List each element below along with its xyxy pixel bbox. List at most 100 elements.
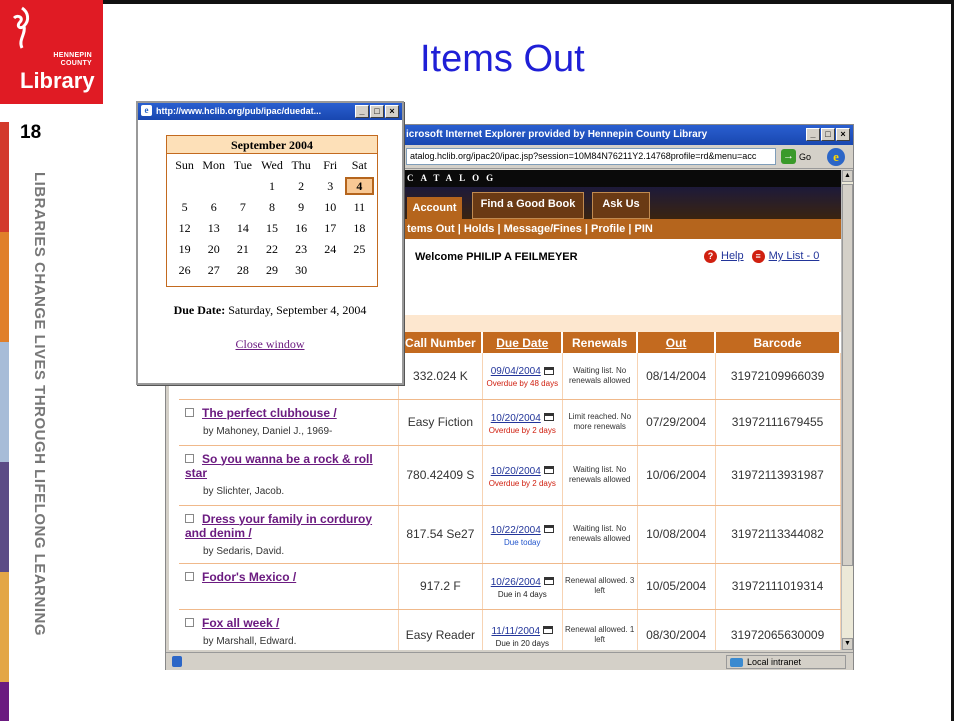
close-button[interactable]: × [836,128,850,141]
calendar-day[interactable]: 9 [287,198,316,216]
calendar-day[interactable]: 19 [170,240,199,258]
tab-find-a-good-book[interactable]: Find a Good Book [472,192,584,219]
calendar-day[interactable]: 26 [170,261,199,279]
item-author: by Marshall, Edward. [203,635,297,647]
maximize-button[interactable]: □ [821,128,835,141]
calendar-day[interactable]: 3 [316,177,345,195]
calendar-day[interactable]: 2 [287,177,316,195]
item-title-link[interactable]: Fox all week / [202,616,279,630]
popup-minimize-button[interactable]: _ [355,105,369,118]
calendar-day[interactable]: 4 [344,177,374,195]
item-author: by Sedaris, David. [203,545,285,557]
vertical-scrollbar[interactable]: ▲ ▼ [841,170,853,650]
call-number-cell: Easy Fiction [398,399,483,446]
calendar-icon[interactable] [543,466,554,475]
col-out[interactable]: Out [637,332,717,353]
popup-ie-icon: e [141,105,152,116]
page-icon [172,656,182,667]
tab-ask-us[interactable]: Ask Us [592,192,650,219]
calendar-day[interactable]: 13 [199,219,228,237]
due-date-link[interactable]: 10/26/2004 [491,577,541,588]
scroll-up-icon[interactable]: ▲ [842,170,853,182]
item-title-link[interactable]: So you wanna be a rock & roll star [185,452,373,480]
calendar-day[interactable]: 22 [257,240,286,258]
calendar-day[interactable]: 23 [287,240,316,258]
scroll-down-icon[interactable]: ▼ [842,638,853,650]
color-stripe [0,342,9,462]
title-cell: So you wanna be a rock & roll star by Sli… [179,445,399,506]
calendar-icon[interactable] [543,577,554,586]
calendar-icon[interactable] [543,367,554,376]
help-link[interactable]: Help [721,250,744,262]
address-input[interactable]: atalog.hclib.org/ipac20/ipac.jsp?session… [406,148,776,165]
calendar-icon[interactable] [543,626,554,635]
go-button[interactable]: → Go [781,147,811,166]
calendar-icon[interactable] [543,525,554,534]
calendar-day[interactable]: 17 [316,219,345,237]
calendar-day[interactable]: 10 [316,198,345,216]
mylist-link-wrap[interactable]: ≡ My List - 0 [751,250,820,263]
item-checkbox[interactable] [185,571,194,581]
calendar-day[interactable]: 29 [257,261,286,279]
calendar-day[interactable]: 7 [228,198,257,216]
due-date-cell: 10/26/2004 Due in 4 days [482,563,563,610]
call-number-cell: 917.2 F [398,563,483,610]
tab-account[interactable]: Account [407,197,462,219]
calendar-day[interactable]: 20 [199,240,228,258]
due-date-link[interactable]: 10/20/2004 [491,413,541,424]
due-date-link[interactable]: 11/11/2004 [491,626,540,637]
item-checkbox[interactable] [185,513,194,523]
minimize-button[interactable]: _ [806,128,820,141]
title-cell: Dress your family in corduroy and denim … [179,505,399,564]
calendar-day[interactable]: 21 [228,240,257,258]
my-list-link[interactable]: My List - 0 [769,250,820,262]
calendar-day[interactable]: 15 [257,219,286,237]
weekday-label: Sat [351,158,368,172]
renewals-cell: Renewal allowed. 1 left [562,609,638,650]
calendar-icon[interactable] [543,413,554,422]
popup-maximize-button[interactable]: □ [370,105,384,118]
item-title-link[interactable]: The perfect clubhouse / [202,406,337,420]
slide-number: 18 [20,122,42,143]
calendar-day[interactable]: 8 [257,198,286,216]
calendar-day[interactable]: 14 [228,219,257,237]
popup-close-button[interactable]: × [385,105,399,118]
calendar-day[interactable]: 18 [345,219,374,237]
calendar-day[interactable]: 11 [345,198,374,216]
close-window-link[interactable]: Close window [138,337,402,352]
col-due-date[interactable]: Due Date [482,332,564,353]
calendar-day[interactable]: 12 [170,219,199,237]
due-date-cell: 11/11/2004 Due in 20 days [482,609,563,650]
calendar-day[interactable]: 16 [287,219,316,237]
list-icon: ≡ [751,250,765,263]
calendar-day [228,177,257,195]
tagline-text: LIBRARIES CHANGE LIVES THROUGH LIFELONG … [31,172,48,637]
calendar-day[interactable]: 30 [287,261,316,279]
calendar-day[interactable]: 5 [170,198,199,216]
item-checkbox[interactable] [185,453,194,463]
item-checkbox[interactable] [185,617,194,627]
security-zone: Local intranet [726,655,846,669]
calendar-day[interactable]: 24 [316,240,345,258]
color-stripe [0,572,9,682]
due-date-text: Due Date: Saturday, September 4, 2004 [138,303,402,318]
due-date-cell: 10/20/2004 Overdue by 2 days [482,399,563,446]
due-date-popup: e http://www.hclib.org/pub/ipac/duedat..… [136,101,404,385]
scroll-thumb[interactable] [842,184,853,566]
due-status: Overdue by 2 days [488,425,556,435]
due-date-link[interactable]: 09/04/2004 [491,366,541,377]
item-title-link[interactable]: Dress your family in corduroy and denim … [185,512,372,540]
out-date-cell: 10/05/2004 [637,563,716,610]
due-date-link[interactable]: 10/22/2004 [491,525,541,536]
item-title-link[interactable]: Fodor's Mexico / [202,570,296,584]
calendar-day[interactable]: 25 [345,240,374,258]
calendar-day[interactable]: 27 [199,261,228,279]
help-link-wrap[interactable]: ? Help [704,250,744,263]
item-checkbox[interactable] [185,407,194,417]
calendar-day[interactable]: 28 [228,261,257,279]
calendar-day[interactable]: 1 [257,177,286,195]
calendar-day[interactable]: 6 [199,198,228,216]
col-call-number: Call Number [398,332,484,353]
color-stripe [0,232,9,342]
due-date-link[interactable]: 10/20/2004 [491,466,541,477]
